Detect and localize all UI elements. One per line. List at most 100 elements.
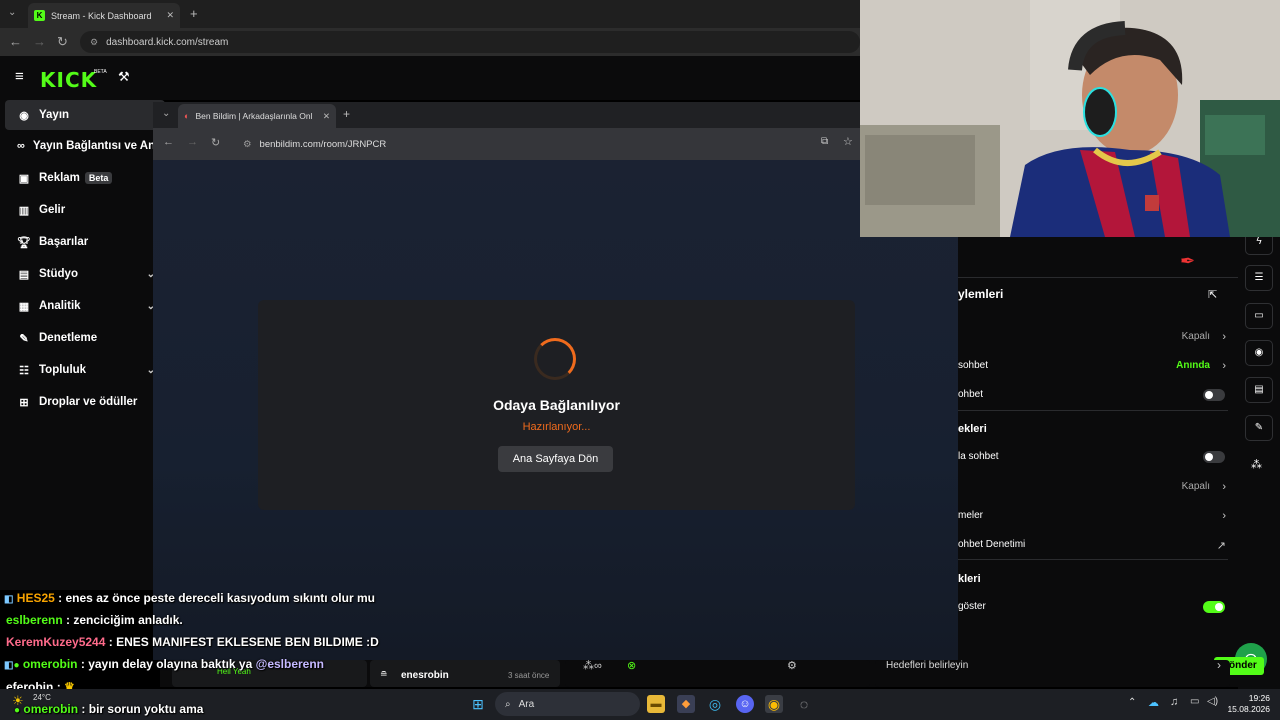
toggle-switch[interactable]	[1203, 389, 1225, 401]
inner-url-field[interactable]: ⚙ benbildim.com/room/JRNPCR	[233, 133, 873, 155]
goals-cell[interactable]: Hedefleri belirleyin ›	[875, 658, 1230, 687]
microphone-icon[interactable]: ♫	[1170, 696, 1178, 708]
display-icon[interactable]: ▭	[1190, 696, 1199, 707]
chrome-icon[interactable]: ◉	[765, 695, 783, 713]
sidebar-item-label: Denetleme	[39, 332, 98, 344]
tab-list-icon[interactable]: ⌄	[8, 7, 16, 18]
close-tab-icon[interactable]: ✕	[323, 111, 330, 122]
goals-label: Hedefleri belirleyin	[886, 660, 969, 671]
loading-spinner	[534, 338, 576, 380]
new-tab-icon[interactable]: +	[190, 6, 198, 21]
sidebar-item-gelir[interactable]: ▥ Gelir	[5, 195, 165, 225]
sidebar-item-analitik[interactable]: ▦ Analitik ⌄	[5, 291, 165, 321]
beta-badge: Beta	[84, 172, 113, 184]
chat-message: eslberenn : zenciciğim anladık.	[6, 613, 183, 627]
section-title: ekleri	[958, 423, 987, 435]
panel-title: ylemleri	[958, 287, 1004, 301]
sidebar-item-reklam[interactable]: ▣ Reklam Beta	[5, 163, 165, 193]
back-icon[interactable]: ←	[163, 136, 174, 148]
cloud-icon[interactable]: ☁	[1148, 696, 1159, 709]
chat-settings-panel: ✒ ylemleri ⇱ Kapalı › sohbet Anında › ohbet…	[958, 237, 1238, 687]
back-icon[interactable]: ←	[9, 34, 22, 49]
chat-username: KeremKuzey5244	[6, 635, 106, 649]
beta-label: BETA	[94, 69, 107, 75]
menu-icon[interactable]: ≡	[15, 68, 24, 85]
site-info-icon[interactable]: ⚙	[243, 139, 252, 150]
sidebar-item-label: Gelir	[39, 204, 66, 216]
gift-icon[interactable]: ⊗	[627, 659, 636, 672]
inner-address-bar: ← → ↻ ⚙ benbildim.com/room/JRNPCR ⧉ ☆	[153, 128, 958, 160]
tab-list-icon[interactable]: ⌄	[162, 108, 170, 119]
search-icon: ⌕	[505, 698, 511, 710]
setting-value: Anında	[1176, 360, 1210, 371]
wrench-icon[interactable]: ✎	[1245, 415, 1273, 441]
broadcast-icon[interactable]: ◉	[1245, 340, 1273, 366]
setting-row-6[interactable]: meler ›	[958, 510, 1228, 522]
discord-icon[interactable]: ☺	[736, 695, 754, 713]
setting-row-7[interactable]: ohbet Denetimi ↗	[958, 539, 1228, 552]
pen-icon: ✒	[1180, 251, 1196, 271]
gift-icon: ⊞	[19, 396, 29, 409]
home-button[interactable]: Ana Sayfaya Dön	[498, 446, 613, 472]
toggle-switch[interactable]	[1203, 451, 1225, 463]
toggle-switch[interactable]	[1203, 601, 1225, 613]
windows-start-icon[interactable]: ⊞	[469, 695, 487, 713]
badge-icon: ◧	[4, 594, 14, 605]
chevron-right-icon: ›	[1222, 360, 1226, 372]
trophy-icon: 🏆︎	[17, 236, 31, 249]
setting-label: sohbet	[958, 360, 989, 371]
share-icon[interactable]: ⁂	[1251, 458, 1262, 471]
sidebar-item-yayin[interactable]: ◉ Yayın	[5, 100, 165, 130]
webcam-overlay	[860, 0, 1280, 237]
section-title: kleri	[958, 573, 981, 585]
setting-label: ohbet	[958, 389, 984, 400]
star-icon[interactable]: ☆	[843, 135, 853, 148]
site-info-icon[interactable]: ⚙	[90, 37, 98, 48]
sidebar-item-studyo[interactable]: ▤ Stüdyo ⌄	[5, 259, 165, 289]
chat-text: : zenciciğim anladık.	[66, 613, 183, 627]
setting-label: ohbet Denetimi	[958, 539, 1026, 550]
forward-icon[interactable]: →	[187, 136, 198, 148]
taskbar-clock[interactable]: 19:26 15.08.2026	[1222, 693, 1270, 715]
kick-logo[interactable]: KICK	[40, 68, 97, 92]
store-icon[interactable]: ◆	[677, 695, 695, 713]
reload-icon[interactable]: ↻	[211, 136, 220, 149]
setting-row-4: la sohbet	[958, 451, 1228, 463]
right-icon-rail: ϟ ☰ ▭ ◉ ▤ ✎ ⁂	[1238, 225, 1280, 695]
url-field[interactable]: ⚙ dashboard.kick.com/stream	[80, 31, 860, 53]
file-explorer-icon[interactable]: ▬	[647, 695, 665, 713]
layout-icon[interactable]: ▤	[1245, 377, 1273, 403]
edge-icon[interactable]: ◎	[706, 695, 724, 713]
sidebar-item-basarilar[interactable]: 🏆︎ Başarılar	[5, 227, 165, 257]
studio-icon: ▤	[18, 268, 30, 281]
forward-icon[interactable]: →	[33, 34, 46, 49]
gear-icon[interactable]: ⚙	[787, 659, 797, 672]
list-icon[interactable]: ☰	[1245, 265, 1273, 291]
hammer-icon[interactable]: ⚒	[118, 69, 130, 85]
tray-expand-icon[interactable]: ⌃	[1128, 697, 1136, 708]
volume-icon[interactable]: ◁)	[1207, 696, 1218, 707]
close-tab-icon[interactable]: ✕	[166, 10, 174, 21]
emote-icon[interactable]: ⁂∞	[583, 659, 602, 672]
divider	[958, 559, 1228, 560]
dialog-status: Hazırlanıyor...	[522, 421, 591, 433]
chart-icon: ▥	[18, 204, 30, 217]
sub-badge-icon: ●	[13, 660, 20, 671]
taskbar-search[interactable]: ⌕ Ara	[495, 692, 640, 716]
tab-kick-dashboard[interactable]: K Stream - Kick Dashboard ✕	[28, 3, 180, 28]
tab-ben-bildim[interactable]: ◐ Ben Bildim | Arkadaşlarınla Online ✕	[178, 104, 336, 128]
reload-icon[interactable]: ↻	[57, 34, 68, 50]
sidebar-item-denetleme[interactable]: ✎ Denetleme	[5, 323, 165, 353]
chat-icon[interactable]: ▭	[1245, 303, 1273, 329]
sidebar-item-label: Analitik	[39, 300, 81, 312]
popout-icon[interactable]: ⇱	[1208, 288, 1217, 301]
setting-row-2[interactable]: sohbet Anında ›	[958, 360, 1228, 372]
sidebar-item-stream-key[interactable]: ∞ Yayın Bağlantısı ve Anahtarı	[5, 131, 186, 161]
obs-icon[interactable]: ◌	[795, 695, 813, 713]
cast-icon[interactable]: ⧉	[821, 136, 828, 147]
sidebar-item-topluluk[interactable]: ☷ Topluluk ⌄	[5, 355, 165, 385]
activity-cell: ≘ enesrobin 3 saat önce	[370, 660, 560, 687]
new-tab-icon[interactable]: +	[343, 107, 350, 121]
sidebar-item-droplar[interactable]: ⊞ Droplar ve ödüller	[5, 387, 165, 417]
divider	[958, 410, 1228, 411]
